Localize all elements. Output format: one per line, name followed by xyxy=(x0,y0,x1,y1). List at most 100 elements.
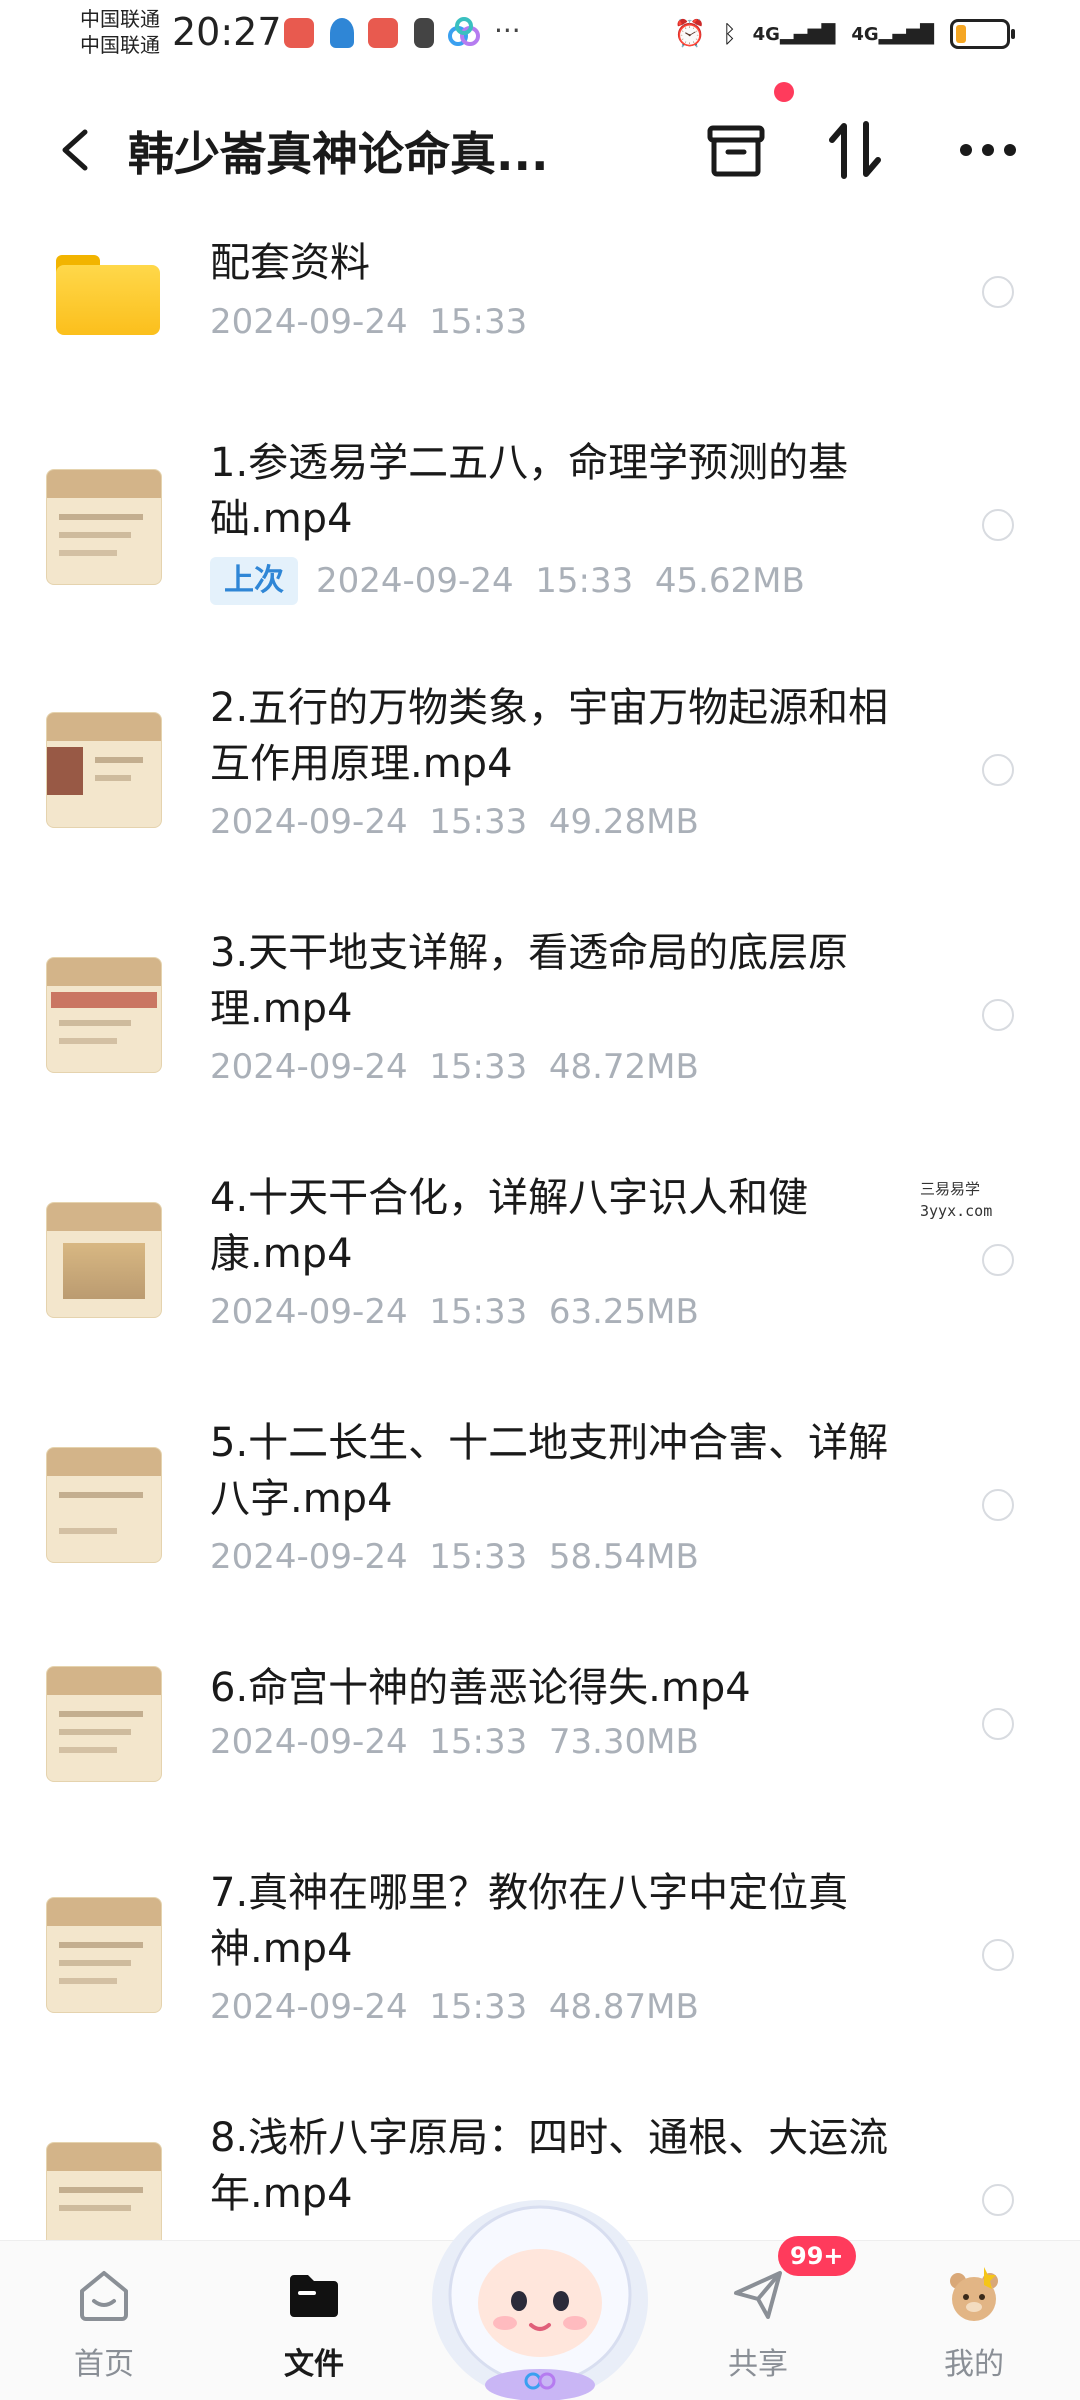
signal-2-icon: 4G▂▄▆█ xyxy=(851,23,934,45)
battery-icon xyxy=(950,19,1015,49)
file-row-4[interactable]: 4.十天干合化，详解八字识人和健康.mp4 2024-09-24 15:33 6… xyxy=(0,1170,1080,1370)
nav-files[interactable]: 文件 xyxy=(254,2257,374,2397)
file-date: 2024-09-24 xyxy=(210,1987,408,2027)
folder-icon xyxy=(290,2275,338,2317)
file-date: 2024-09-24 xyxy=(210,1537,408,1577)
select-radio[interactable] xyxy=(982,1708,1014,1740)
carrier-names: 中国联通 中国联通 xyxy=(80,6,160,58)
sort-button[interactable] xyxy=(816,110,896,190)
file-time: 15:33 xyxy=(535,561,634,601)
alert-icon xyxy=(414,18,434,48)
back-button[interactable] xyxy=(44,110,104,190)
nav-home[interactable]: 首页 xyxy=(44,2257,164,2397)
select-radio[interactable] xyxy=(982,1939,1014,1971)
video-thumbnail xyxy=(46,1666,162,1782)
select-radio[interactable] xyxy=(982,1244,1014,1276)
select-radio[interactable] xyxy=(982,276,1014,308)
file-time: 15:33 xyxy=(429,1722,528,1762)
profile-bear-icon xyxy=(950,2267,998,2321)
file-size: 45.62MB xyxy=(654,561,805,601)
share-badge: 99+ xyxy=(778,2236,856,2276)
archive-box-icon xyxy=(707,125,765,177)
home-icon xyxy=(80,2271,128,2321)
video-thumbnail xyxy=(46,712,162,828)
video-thumbnail xyxy=(46,1447,162,1563)
file-row-7[interactable]: 7.真神在哪里？教你在八字中定位真神.mp4 2024-09-24 15:33 … xyxy=(0,1865,1080,2065)
file-row-2[interactable]: 2.五行的万物类象，宇宙万物起源和相互作用原理.mp4 2024-09-24 1… xyxy=(0,680,1080,880)
file-meta: 2024-09-24 15:33 48.72MB xyxy=(210,1047,699,1087)
back-arrow-icon xyxy=(62,129,88,171)
file-size: 49.28MB xyxy=(548,802,699,842)
file-date: 2024-09-24 xyxy=(210,1047,408,1087)
file-name: 1.参透易学二五八，命理学预测的基础.mp4 xyxy=(210,440,849,542)
file-size: 48.87MB xyxy=(548,1987,699,2027)
select-radio[interactable] xyxy=(982,999,1014,1031)
page-title: 韩少崙真神论命真... xyxy=(128,127,549,181)
file-row-folder[interactable]: 配套资料 2024-09-24 15:33 xyxy=(0,230,1080,390)
watermark: 三易易学 3yyx.com xyxy=(920,1178,992,1222)
nav-files-label: 文件 xyxy=(284,2347,344,2382)
assistant-mascot-button[interactable] xyxy=(425,2175,655,2400)
select-radio[interactable] xyxy=(982,754,1014,786)
watermark-line-1: 三易易学 xyxy=(920,1180,981,1198)
file-name: 7.真神在哪里？教你在八字中定位真神.mp4 xyxy=(210,1870,849,1972)
file-row-3[interactable]: 3.天干地支详解，看透命局的底层原理.mp4 2024-09-24 15:33 … xyxy=(0,925,1080,1125)
select-radio[interactable] xyxy=(982,1489,1014,1521)
sort-arrows-icon xyxy=(829,121,881,179)
huawei-app-icon xyxy=(284,18,314,48)
select-radio[interactable] xyxy=(982,2184,1014,2216)
nav-share[interactable]: 共享 xyxy=(698,2257,818,2397)
network-2-label: 4G xyxy=(851,23,879,45)
notification-dot xyxy=(774,82,794,102)
file-row-5[interactable]: 5.十二长生、十二地支刑冲合害、详解八字.mp4 2024-09-24 15:3… xyxy=(0,1415,1080,1615)
file-meta: 2024-09-24 15:33 48.87MB xyxy=(210,1987,699,2027)
file-time: 15:33 xyxy=(429,1537,528,1577)
file-size: 63.25MB xyxy=(548,1292,699,1332)
file-time: 15:33 xyxy=(429,302,528,342)
file-row-1[interactable]: 1.参透易学二五八，命理学预测的基础.mp4 上次 2024-09-24 15:3… xyxy=(0,435,1080,635)
transfer-list-button[interactable] xyxy=(696,110,776,190)
shield-icon xyxy=(330,18,354,48)
more-dots-icon xyxy=(960,144,1016,156)
alarm-icon: ⏰ xyxy=(673,19,707,49)
file-size: 58.54MB xyxy=(548,1537,699,1577)
file-name: 5.十二长生、十二地支刑冲合害、详解八字.mp4 xyxy=(210,1420,889,1522)
more-options-button[interactable] xyxy=(948,110,1028,190)
file-meta: 2024-09-24 15:33 58.54MB xyxy=(210,1537,699,1577)
file-date: 2024-09-24 xyxy=(210,1292,408,1332)
last-watched-tag: 上次 xyxy=(210,557,298,605)
file-name: 2.五行的万物类象，宇宙万物起源和相互作用原理.mp4 xyxy=(210,685,889,787)
video-thumbnail xyxy=(46,1202,162,1318)
carrier-2: 中国联通 xyxy=(80,33,160,57)
video-thumbnail xyxy=(46,469,162,585)
file-time: 15:33 xyxy=(429,802,528,842)
file-name: 6.命宫十神的善恶论得失.mp4 xyxy=(210,1665,751,1711)
network-1-label: 4G xyxy=(752,23,780,45)
file-time: 15:33 xyxy=(429,1292,528,1332)
file-name: 配套资料 xyxy=(210,240,370,286)
file-meta: 2024-09-24 15:33 73.30MB xyxy=(210,1722,699,1762)
select-radio[interactable] xyxy=(982,509,1014,541)
status-right-group: ⏰ ᛒ 4G▂▄▆█ 4G▂▄▆█ xyxy=(673,14,1015,54)
battery-fill xyxy=(956,25,966,43)
file-row-6[interactable]: 6.命宫十神的善恶论得失.mp4 2024-09-24 15:33 73.30M… xyxy=(0,1660,1080,1800)
signal-1-icon: 4G▂▄▆█ xyxy=(752,23,836,45)
file-date: 2024-09-24 xyxy=(210,1722,408,1762)
file-name: 4.十天干合化，详解八字识人和健康.mp4 xyxy=(210,1175,809,1277)
nav-profile[interactable]: 我的 xyxy=(914,2257,1034,2397)
file-date: 2024-09-24 xyxy=(210,302,408,342)
mascot-icon xyxy=(432,2200,648,2400)
status-bar: 中国联通 中国联通 20:27 ··· ⏰ ᛒ 4G▂▄▆█ 4G▂▄▆█ xyxy=(0,0,1080,70)
huawei-app-icon-2 xyxy=(368,18,398,48)
status-clock: 20:27 xyxy=(172,10,282,54)
file-meta: 2024-09-24 15:33 xyxy=(210,302,527,342)
video-thumbnail xyxy=(46,957,162,1073)
file-name: 3.天干地支详解，看透命局的底层原理.mp4 xyxy=(210,930,849,1032)
file-size: 48.72MB xyxy=(548,1047,699,1087)
more-status-icon: ··· xyxy=(494,14,521,47)
file-date: 2024-09-24 xyxy=(316,561,514,601)
app-header: 韩少崙真神论命真... xyxy=(0,80,1080,210)
file-size: 73.30MB xyxy=(548,1722,699,1762)
file-meta: 2024-09-24 15:33 49.28MB xyxy=(210,802,699,842)
nav-profile-label: 我的 xyxy=(944,2347,1004,2382)
